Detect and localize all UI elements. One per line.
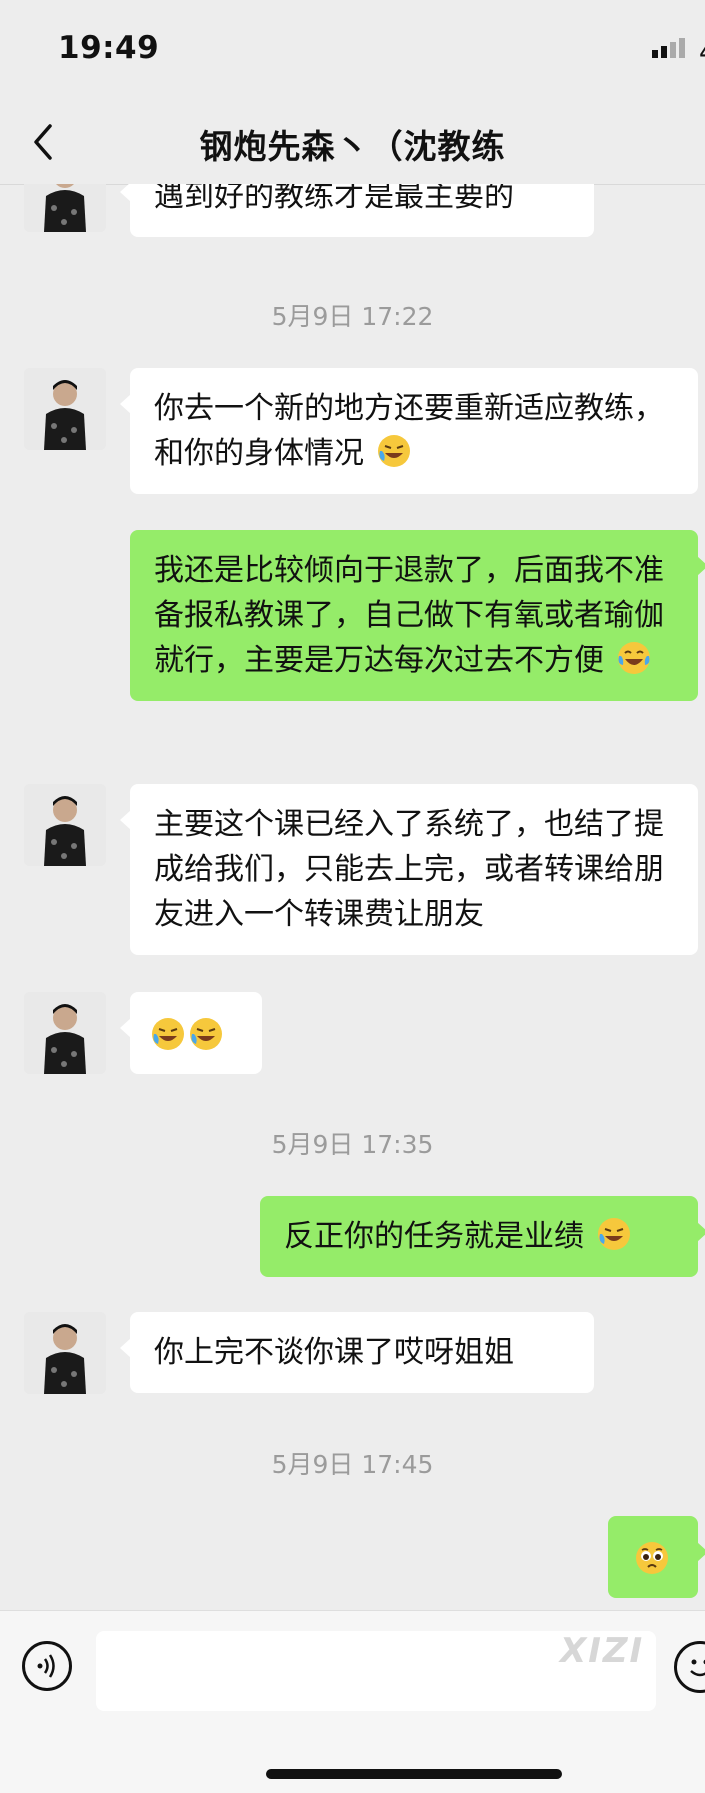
message-timestamp: 5月9日 17:35 [0,1125,705,1161]
message-timestamp: 5月9日 17:45 [0,1445,705,1481]
status-time: 19:49 [58,30,159,66]
emoji-button[interactable] [674,1641,705,1693]
crying-laughing-emoji [596,1216,632,1252]
contact-avatar[interactable] [24,184,106,232]
battery-indicator: 4 [699,38,705,68]
message-text: 我还是比较倾向于退款了，后面我不准备报私教课了，自己做下有氧或者瑜伽就行，主要是… [154,553,664,678]
crying-laughing-emoji [188,1016,224,1052]
message-bubble-incoming[interactable]: 你去一个新的地方还要重新适应教练，和你的身体情况 [130,368,698,494]
signal-strength-icon [652,38,688,58]
message-text: 反正你的任务就是业绩 [284,1219,584,1254]
status-bar: 19:49 4 [0,0,705,100]
contact-avatar[interactable] [24,992,106,1074]
message-bubble-outgoing[interactable]: 我还是比较倾向于退款了，后面我不准备报私教课了，自己做下有氧或者瑜伽就行，主要是… [130,530,698,701]
chat-header: 钢炮先森丶（沈教练 [0,100,705,185]
message-text: 主要这个课已经入了系统了，也结了提成给我们，只能去上完，或者转课给朋友进入一个转… [154,807,664,932]
message-bubble-incoming[interactable] [130,992,262,1074]
message-text: 遇到好的教练才是最主要的 [154,184,514,214]
tears-of-joy-emoji [616,640,652,676]
message-bubble-incoming[interactable]: 主要这个课已经入了系统了，也结了提成给我们，只能去上完，或者转课给朋友进入一个转… [130,784,698,955]
message-bubble-incoming[interactable]: 遇到好的教练才是最主要的 [130,184,594,237]
watermark-logo: XIZI [560,1631,644,1671]
home-indicator [266,1769,562,1779]
crying-laughing-emoji [150,1016,186,1052]
message-bubble-outgoing[interactable]: 反正你的任务就是业绩 [260,1196,698,1277]
emoji-icon [677,1644,705,1690]
message-timestamp: 5月9日 17:22 [0,297,705,333]
voice-icon [25,1644,69,1688]
message-bubble-outgoing[interactable] [608,1516,698,1598]
voice-button[interactable] [22,1641,72,1691]
crying-laughing-emoji [376,433,412,469]
chat-title: 钢炮先森丶（沈教练 [0,120,705,168]
pleading-face-emoji [634,1540,670,1576]
contact-avatar[interactable] [24,368,106,450]
message-text: 你上完不谈你课了哎呀姐姐 [154,1335,514,1370]
message-list[interactable]: 遇到好的教练才是最主要的 5月9日 17:22 你去一个新的地方还要重新适应教练… [0,184,705,1610]
contact-avatar[interactable] [24,1312,106,1394]
contact-avatar[interactable] [24,784,106,866]
input-bar: XIZI [0,1610,705,1793]
message-bubble-incoming[interactable]: 你上完不谈你课了哎呀姐姐 [130,1312,594,1393]
